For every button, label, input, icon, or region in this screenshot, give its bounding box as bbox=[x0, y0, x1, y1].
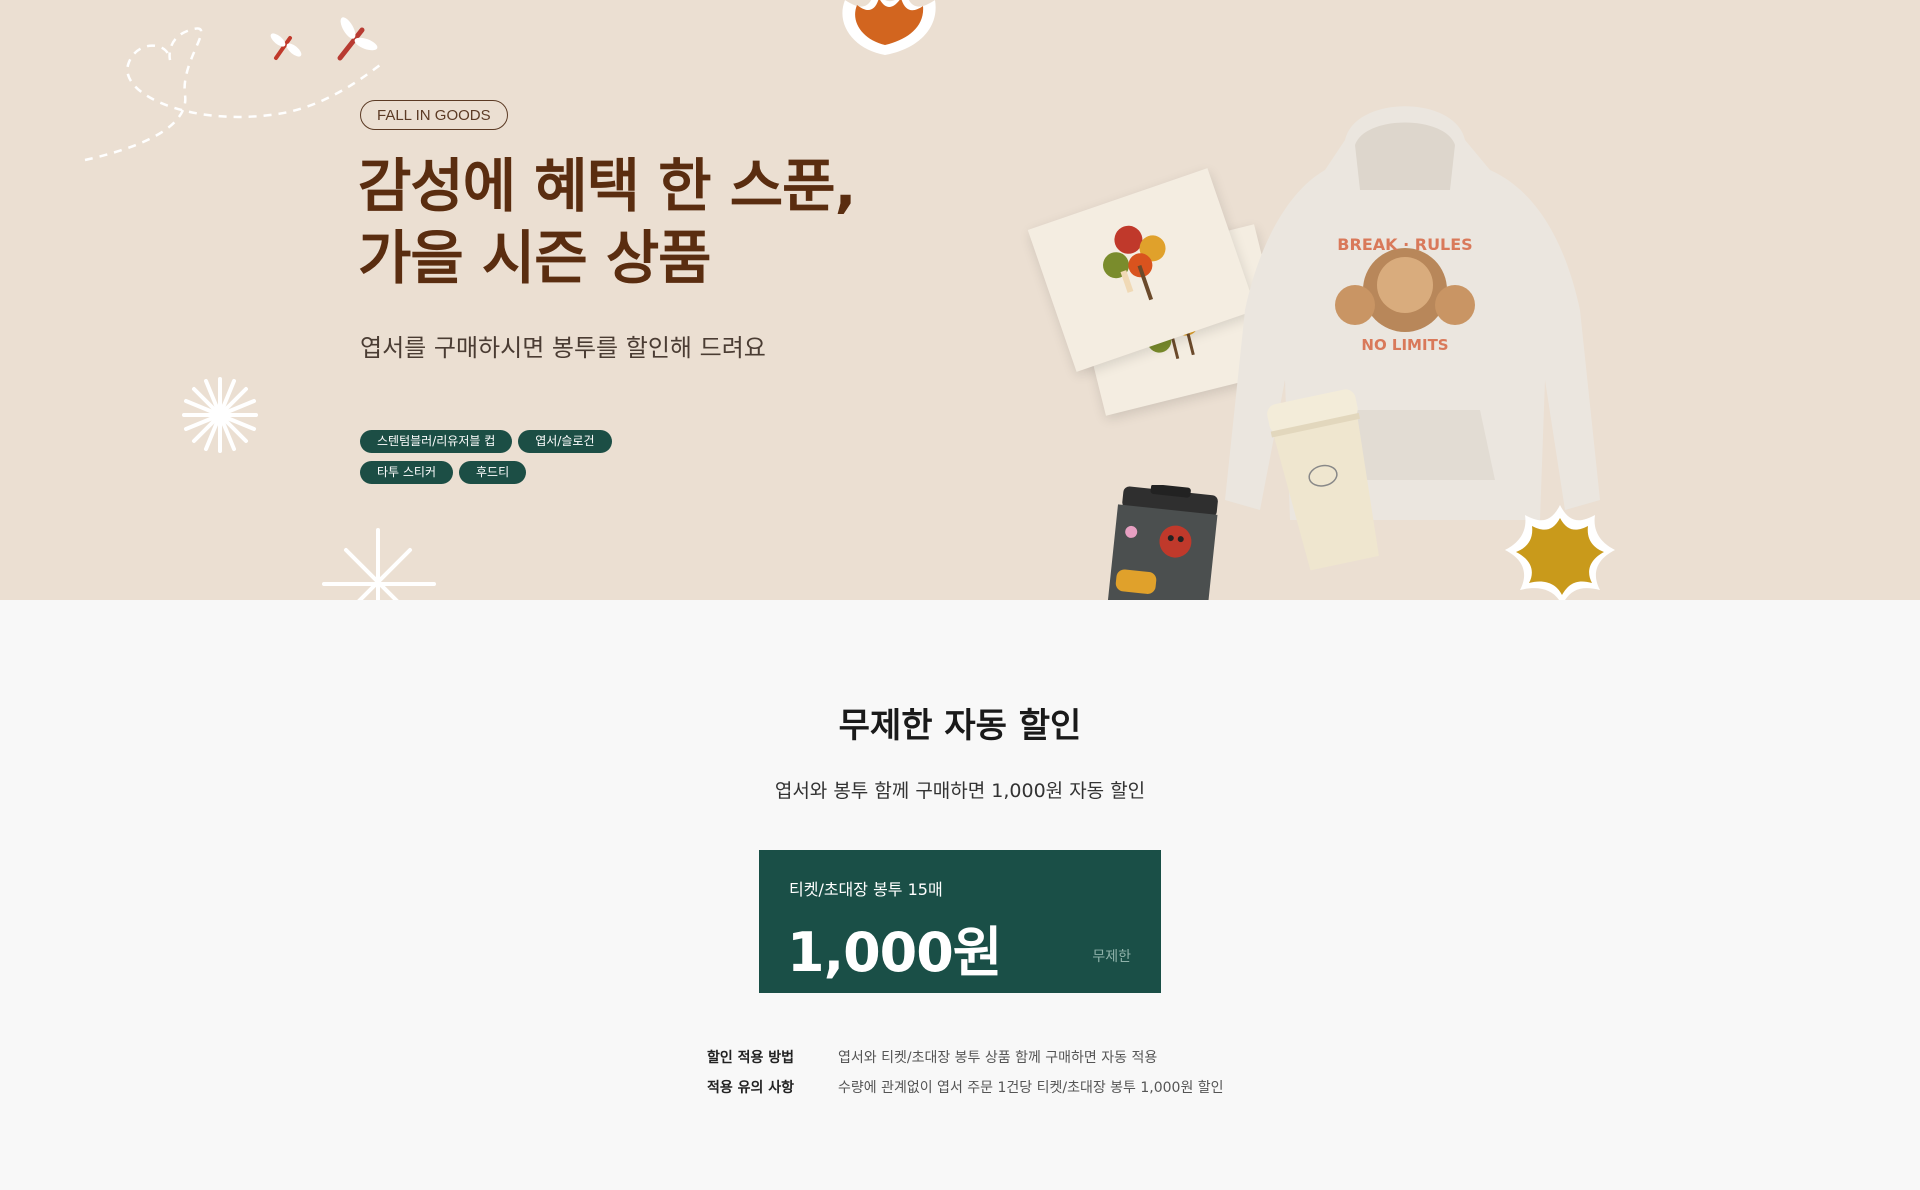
tag-postcard[interactable]: 엽서/슬로건 bbox=[518, 430, 612, 453]
tag-tattoo-sticker[interactable]: 타투 스티커 bbox=[360, 461, 454, 484]
maple-leaf-bottom-icon bbox=[1505, 505, 1615, 600]
hero-title-line1: 감성에 혜택 한 스푼, bbox=[358, 152, 856, 220]
tag-tumbler[interactable]: 스텐텀블러/리유저블 컵 bbox=[360, 430, 513, 453]
info-value: 엽서와 티켓/초대장 봉투 상품 함께 구매하면 자동 적용 bbox=[838, 1050, 1158, 1066]
section-title: 무제한 자동 할인 bbox=[838, 706, 1082, 746]
coupon-limit: 무제한 bbox=[1092, 949, 1131, 965]
coupon-amount: 1,000원 bbox=[787, 921, 1002, 984]
hero-title-line2: 가을 시즌 상품 bbox=[358, 224, 712, 292]
svg-text:BREAK · RULES: BREAK · RULES bbox=[1337, 235, 1472, 254]
reusable-cup-image bbox=[1267, 389, 1379, 571]
category-tags: 스텐텀블러/리유저블 컵 엽서/슬로건 타투 스티커 후드티 bbox=[360, 430, 660, 492]
starburst-icon bbox=[182, 377, 258, 453]
coupon-name: 티켓/초대장 봉투 15매 bbox=[789, 880, 943, 899]
discount-info: 할인 적용 방법 엽서와 티켓/초대장 봉투 상품 함께 구매하면 자동 적용 … bbox=[707, 1042, 1224, 1102]
steel-tumbler-image bbox=[1107, 485, 1218, 600]
hero-title: 감성에 혜택 한 스푼, 가을 시즌 상품 bbox=[358, 150, 856, 294]
eyebrow-badge: FALL IN GOODS bbox=[360, 100, 508, 130]
coupon-card: 티켓/초대장 봉투 15매 1,000원 무제한 bbox=[759, 850, 1161, 993]
info-label: 할인 적용 방법 bbox=[707, 1050, 795, 1066]
dragonfly-small-icon bbox=[270, 33, 302, 60]
info-row-method: 할인 적용 방법 엽서와 티켓/초대장 봉투 상품 함께 구매하면 자동 적용 bbox=[707, 1042, 1224, 1072]
hero-subtitle: 엽서를 구매하시면 봉투를 할인해 드려요 bbox=[360, 334, 766, 362]
section-subtitle: 엽서와 봉투 함께 구매하면 1,000원 자동 할인 bbox=[774, 780, 1146, 802]
discount-section: 무제한 자동 할인 엽서와 봉투 함께 구매하면 1,000원 자동 할인 티켓… bbox=[0, 600, 1920, 1190]
tag-hoodie[interactable]: 후드티 bbox=[459, 461, 527, 484]
dragonfly-large-icon bbox=[337, 17, 378, 61]
hero-banner: FALL IN GOODS 감성에 혜택 한 스푼, 가을 시즌 상품 엽서를 … bbox=[0, 0, 1920, 600]
info-value: 수량에 관계없이 엽서 주문 1건당 티켓/초대장 봉투 1,000원 할인 bbox=[838, 1080, 1224, 1096]
info-label: 적용 유의 사항 bbox=[707, 1080, 795, 1096]
svg-text:NO LIMITS: NO LIMITS bbox=[1361, 336, 1448, 354]
sparkle-icon bbox=[322, 528, 436, 600]
maple-leaf-top-icon bbox=[842, 0, 936, 55]
info-row-notice: 적용 유의 사항 수량에 관계없이 엽서 주문 1건당 티켓/초대장 봉투 1,… bbox=[707, 1072, 1224, 1102]
